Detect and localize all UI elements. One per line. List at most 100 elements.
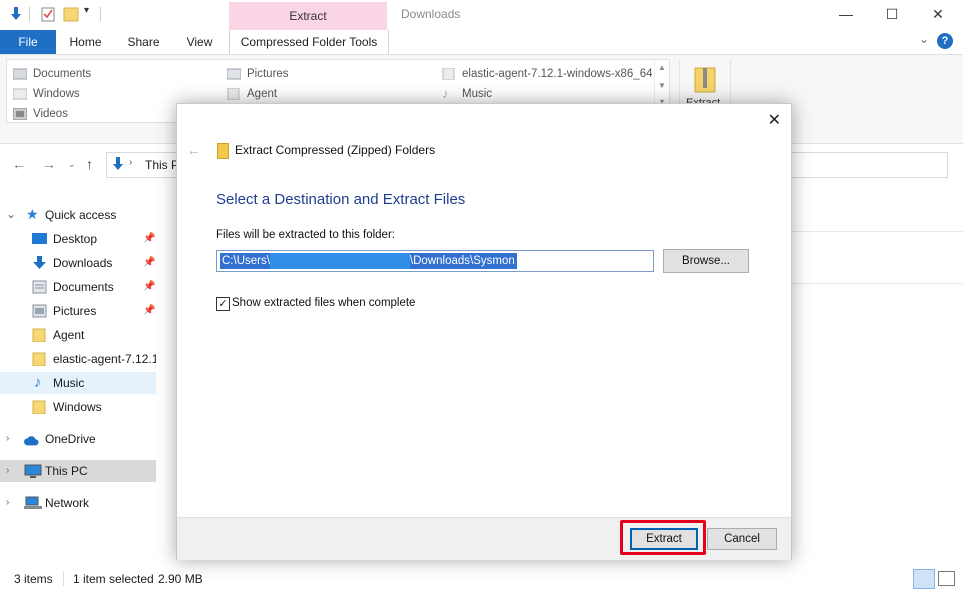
- nav-item-windows[interactable]: Windows: [0, 396, 156, 418]
- selected-path-text: C:\Users\ \Downloads\Sysmon: [220, 253, 517, 269]
- nav-item-elastic-agent[interactable]: elastic-agent-7.12.1: [0, 348, 156, 370]
- ribbon-tabs: File Home Share View Compressed Folder T…: [0, 30, 963, 55]
- status-item-count: 3 items: [14, 572, 53, 586]
- videos-icon: [13, 108, 27, 120]
- help-icon[interactable]: ?: [937, 33, 953, 49]
- gallery-label: Music: [462, 88, 493, 100]
- details-view-icon[interactable]: [913, 569, 935, 589]
- pin-icon[interactable]: 📌: [143, 252, 155, 274]
- folder-icon: [32, 328, 46, 342]
- gallery-label: Documents: [33, 68, 92, 80]
- status-divider: [63, 571, 64, 586]
- cloud-icon: [24, 436, 39, 446]
- gallery-item-windows[interactable]: Windows: [13, 85, 80, 103]
- chevron-down-icon[interactable]: ⌄: [919, 32, 929, 46]
- gallery-item-documents[interactable]: Documents: [13, 65, 91, 83]
- forward-arrow-icon[interactable]: →: [42, 156, 56, 172]
- nav-label: Desktop: [53, 232, 98, 246]
- tab-home[interactable]: Home: [58, 30, 113, 54]
- nav-item-pictures[interactable]: Pictures 📌: [0, 300, 156, 322]
- nav-label: Documents: [53, 280, 114, 294]
- tab-share[interactable]: Share: [116, 30, 171, 54]
- customize-toolbar-icon[interactable]: ▾: [84, 5, 89, 16]
- music-icon: ♪: [34, 374, 42, 391]
- zip-folder-icon: [694, 67, 716, 93]
- recent-chevron-icon[interactable]: ⌄: [68, 159, 76, 170]
- toolbar-divider: [29, 7, 30, 21]
- nav-label: Agent: [53, 328, 85, 342]
- gallery-label: Agent: [247, 88, 278, 100]
- gallery-item-videos[interactable]: Videos: [13, 105, 68, 123]
- nav-label: Downloads: [53, 256, 113, 270]
- pictures-icon: [227, 68, 241, 80]
- nav-item-agent[interactable]: Agent: [0, 324, 156, 346]
- tab-file[interactable]: File: [0, 30, 56, 54]
- close-icon[interactable]: ✕: [915, 0, 961, 30]
- tab-compressed-folder-tools[interactable]: Compressed Folder Tools: [229, 30, 389, 54]
- nav-item-music[interactable]: ♪ Music: [0, 372, 156, 394]
- cancel-button[interactable]: Cancel: [707, 528, 777, 550]
- new-folder-icon[interactable]: [63, 6, 79, 22]
- chevron-right-icon[interactable]: ›: [6, 428, 9, 450]
- browse-button[interactable]: Browse...: [663, 249, 749, 273]
- nav-item-documents[interactable]: Documents 📌: [0, 276, 156, 298]
- show-files-checkbox[interactable]: ✓: [216, 297, 230, 311]
- nav-label: Pictures: [53, 304, 97, 318]
- nav-label: Windows: [53, 400, 102, 414]
- dialog-heading: Select a Destination and Extract Files: [216, 191, 466, 208]
- gallery-item-pictures[interactable]: Pictures: [227, 65, 289, 83]
- network-icon: [24, 496, 42, 509]
- nav-network[interactable]: › Network: [0, 492, 156, 514]
- chevron-right-icon[interactable]: ›: [129, 157, 132, 168]
- back-arrow-icon[interactable]: ←: [12, 156, 26, 172]
- large-icons-view-icon[interactable]: [938, 571, 955, 586]
- nav-onedrive[interactable]: › OneDrive: [0, 428, 156, 450]
- chevron-down-icon[interactable]: ⌄: [6, 204, 16, 225]
- chevron-right-icon[interactable]: ›: [6, 492, 9, 514]
- extract-dialog: ✕ ← Extract Compressed (Zipped) Folders …: [176, 103, 792, 560]
- path-prefix: C:\Users\: [222, 255, 270, 267]
- show-files-checkbox-label[interactable]: Show extracted files when complete: [232, 297, 415, 309]
- gallery-item-agent[interactable]: Agent: [227, 85, 277, 103]
- downloads-icon: [113, 157, 123, 170]
- star-icon: ★: [26, 206, 39, 222]
- up-arrow-icon[interactable]: ↑: [86, 156, 93, 172]
- pin-icon[interactable]: 📌: [143, 276, 155, 298]
- gallery-label: elastic-agent-7.12.1-windows-x86_64: [462, 68, 653, 80]
- gallery-item-music[interactable]: ♪ Music: [442, 85, 492, 103]
- chevron-up-icon[interactable]: ▲: [655, 63, 669, 72]
- chevron-right-icon[interactable]: ›: [6, 460, 9, 482]
- nav-item-downloads[interactable]: Downloads 📌: [0, 252, 156, 274]
- pin-icon[interactable]: 📌: [143, 300, 155, 322]
- music-icon: ♪: [442, 86, 449, 101]
- destination-path-input[interactable]: C:\Users\ \Downloads\Sysmon: [216, 250, 654, 272]
- tab-view[interactable]: View: [172, 30, 227, 54]
- path-suffix: \Downloads\Sysmon: [409, 255, 515, 267]
- gallery-item-elastic-agent[interactable]: elastic-agent-7.12.1-windows-x86_64: [442, 65, 653, 83]
- status-size: 2.90 MB: [158, 572, 203, 586]
- pin-icon[interactable]: 📌: [143, 228, 155, 250]
- dialog-title: Extract Compressed (Zipped) Folders: [235, 143, 436, 157]
- address-path[interactable]: This P: [145, 158, 179, 172]
- gallery-label: Videos: [33, 108, 68, 120]
- gallery-label: Pictures: [247, 68, 289, 80]
- folder-icon: [13, 88, 27, 100]
- maximize-icon[interactable]: ☐: [869, 0, 915, 30]
- redacted-username: [269, 253, 410, 269]
- nav-label: Quick access: [45, 208, 117, 222]
- pictures-icon: [32, 304, 47, 318]
- down-arrow-icon[interactable]: [8, 6, 24, 22]
- properties-icon[interactable]: [40, 6, 56, 22]
- back-arrow-icon[interactable]: ←: [187, 142, 201, 158]
- minimize-icon[interactable]: —: [823, 0, 869, 30]
- extract-button[interactable]: Extract: [630, 528, 698, 550]
- window-title: Downloads: [401, 7, 461, 21]
- nav-item-desktop[interactable]: Desktop 📌: [0, 228, 156, 250]
- nav-this-pc[interactable]: › This PC: [0, 460, 156, 482]
- nav-quick-access[interactable]: ⌄ ★ Quick access: [0, 204, 156, 226]
- close-icon[interactable]: ✕: [768, 110, 781, 130]
- nav-label: Music: [53, 376, 85, 390]
- chevron-down-icon[interactable]: ▼: [655, 81, 669, 90]
- divider: [790, 283, 963, 284]
- folder-icon: [32, 400, 46, 414]
